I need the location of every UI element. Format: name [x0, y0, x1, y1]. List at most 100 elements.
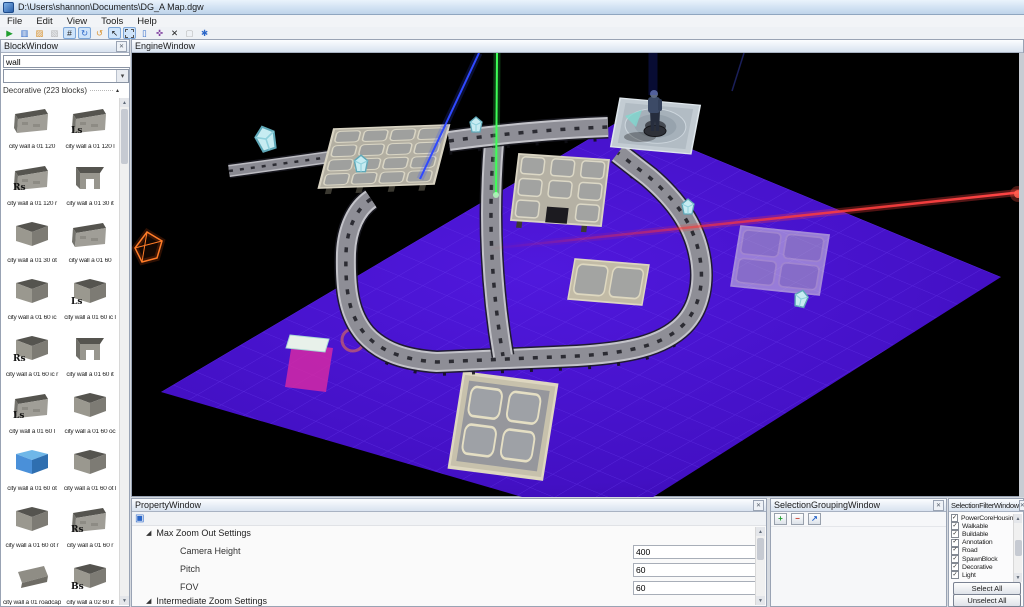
- filter-item[interactable]: ✓Walkable: [951, 522, 1013, 530]
- block-item[interactable]: Rscity wall a 01 60 r: [61, 497, 119, 554]
- statue-pedestal[interactable]: [611, 53, 700, 154]
- transform-button[interactable]: ✕: [168, 27, 181, 39]
- checkbox-checked-icon[interactable]: ✓: [951, 539, 959, 547]
- block-window-titlebar[interactable]: BlockWindow ✕: [1, 40, 129, 53]
- checkbox-checked-icon[interactable]: ✓: [951, 522, 959, 530]
- scrollbar-thumb[interactable]: [121, 109, 128, 164]
- filter-item[interactable]: ✓Road: [951, 547, 1013, 555]
- menu-view[interactable]: View: [60, 16, 94, 27]
- scrollbar-thumb[interactable]: [1015, 540, 1022, 556]
- checkbox-checked-icon[interactable]: ✓: [951, 514, 958, 522]
- block-item[interactable]: Lscity wall a 01 60 l: [3, 383, 61, 440]
- fov-input[interactable]: [633, 581, 762, 595]
- menu-edit[interactable]: Edit: [29, 16, 59, 27]
- wireframe-gem[interactable]: [135, 232, 162, 262]
- pitch-input[interactable]: [633, 563, 762, 577]
- splitter-horizontal[interactable]: [131, 497, 1024, 498]
- category-intermediate-zoom[interactable]: ◢ Intermediate Zoom Settings: [146, 596, 267, 606]
- block-item[interactable]: city wall a 01 120: [3, 98, 61, 155]
- promote-group-button[interactable]: ↗: [808, 513, 821, 525]
- block-item[interactable]: Rscity wall a 01 60 ic r: [3, 326, 61, 383]
- property-scrollbar[interactable]: ▲ ▼: [755, 527, 765, 605]
- checkbox-checked-icon[interactable]: ✓: [951, 530, 959, 538]
- settings-button[interactable]: ✱: [198, 27, 211, 39]
- close-icon[interactable]: ✕: [933, 500, 944, 511]
- platform-ghost-2x2[interactable]: [731, 226, 829, 295]
- import-button[interactable]: ▧: [48, 27, 61, 39]
- scrollbar-thumb[interactable]: [757, 538, 764, 560]
- grid-toggle-button[interactable]: #: [63, 27, 76, 39]
- block-item[interactable]: Rscity wall a 01 120 r: [3, 155, 61, 212]
- filter-item[interactable]: ✓Annotation: [951, 539, 1013, 547]
- block-item[interactable]: city wall a 01 60 oc: [61, 383, 119, 440]
- menu-file[interactable]: File: [0, 16, 29, 27]
- filter-window-titlebar[interactable]: SelectionFilterWindow ✕: [949, 499, 1023, 512]
- filter-item[interactable]: ✓Decorative: [951, 563, 1013, 571]
- filter-item[interactable]: ✓Light: [951, 571, 1013, 579]
- camera-height-input[interactable]: [633, 545, 762, 559]
- filter-item[interactable]: ✓Buildable: [951, 530, 1013, 538]
- checkbox-checked-icon[interactable]: ✓: [951, 555, 959, 563]
- pointer-tool-button[interactable]: ↖: [108, 27, 121, 39]
- block-item[interactable]: Lscity wall a 01 60 ic l: [61, 269, 119, 326]
- rotate-alt-button[interactable]: ↺: [93, 27, 106, 39]
- scroll-up-icon[interactable]: ▲: [120, 98, 129, 107]
- splitter-grouping-filter[interactable]: [947, 498, 948, 607]
- close-icon[interactable]: ✕: [1019, 500, 1024, 511]
- checkbox-checked-icon[interactable]: ✓: [951, 563, 959, 571]
- rotate-view-button[interactable]: ↻: [78, 27, 91, 39]
- block-list-scrollbar[interactable]: ▲ ▼: [119, 98, 129, 605]
- window-titlebar[interactable]: D:\Users\shannon\Documents\DG_A Map.dgw: [0, 0, 1024, 15]
- snap-button[interactable]: ▢: [183, 27, 196, 39]
- pin-button[interactable]: ✜: [153, 27, 166, 39]
- block-item[interactable]: city wall a 01 60 ot r: [3, 497, 61, 554]
- filter-item[interactable]: ✓SpawnBlock: [951, 555, 1013, 563]
- checkbox-checked-icon[interactable]: ✓: [951, 571, 959, 579]
- block-item[interactable]: city wall a 01 60 ic: [3, 269, 61, 326]
- splitter-property-grouping[interactable]: [767, 498, 770, 607]
- filter-scrollbar[interactable]: ▲ ▼: [1013, 514, 1022, 582]
- block-search-input[interactable]: [3, 55, 131, 68]
- menu-help[interactable]: Help: [130, 16, 164, 27]
- block-item[interactable]: city wall a 01 roadcap: [3, 554, 61, 605]
- road-bridge[interactable]: [229, 157, 330, 171]
- block-item[interactable]: city wall a 01 60 it: [61, 326, 119, 383]
- block-item-selected[interactable]: city wall a 01 60 ot: [3, 440, 61, 497]
- splitter-vertical[interactable]: [130, 39, 131, 607]
- marquee-select-button[interactable]: [123, 27, 136, 39]
- close-icon[interactable]: ✕: [753, 500, 764, 511]
- layers-button[interactable]: ▯: [138, 27, 151, 39]
- block-category-header[interactable]: Decorative (223 blocks) ▴: [3, 84, 119, 96]
- save-button[interactable]: ▥: [18, 27, 31, 39]
- collapse-icon[interactable]: ▴: [116, 87, 119, 94]
- grouping-window-titlebar[interactable]: SelectionGroupingWindow ✕: [771, 499, 946, 512]
- checkbox-checked-icon[interactable]: ✓: [951, 547, 959, 555]
- engine-viewport[interactable]: [132, 53, 1023, 496]
- scroll-down-icon[interactable]: ▼: [756, 596, 765, 605]
- image-icon[interactable]: ▣: [135, 513, 144, 524]
- menu-tools[interactable]: Tools: [94, 16, 130, 27]
- unselect-all-button[interactable]: Unselect All: [953, 594, 1021, 607]
- block-item[interactable]: Bscity wall a 02 60 it: [61, 554, 119, 605]
- platform-2x1[interactable]: [568, 259, 649, 305]
- engine-window-titlebar[interactable]: EngineWindow: [132, 40, 1023, 53]
- scroll-down-icon[interactable]: ▼: [1014, 573, 1022, 582]
- add-group-button[interactable]: +: [774, 513, 787, 525]
- block-item[interactable]: Lscity wall a 01 120 l: [61, 98, 119, 155]
- filter-item[interactable]: ✓PowerCoreHousing: [951, 514, 1013, 522]
- block-item[interactable]: city wall a 01 30 ot: [3, 212, 61, 269]
- floor-pad-platform[interactable]: [449, 373, 557, 479]
- block-item[interactable]: city wall a 01 60 ot l: [61, 440, 119, 497]
- property-window-titlebar[interactable]: PropertyWindow ✕: [132, 499, 766, 512]
- block-item[interactable]: city wall a 01 60: [61, 212, 119, 269]
- block-filter-dropdown[interactable]: ▾: [3, 69, 129, 83]
- open-button[interactable]: ▨: [33, 27, 46, 39]
- expander-icon[interactable]: ◢: [146, 529, 151, 537]
- category-max-zoom-out[interactable]: ◢ Max Zoom Out Settings: [146, 528, 251, 538]
- block-item[interactable]: city wall a 01 30 it: [61, 155, 119, 212]
- scroll-up-icon[interactable]: ▲: [756, 527, 765, 536]
- expander-icon[interactable]: ◢: [146, 597, 151, 605]
- scroll-up-icon[interactable]: ▲: [1014, 514, 1022, 523]
- scroll-down-icon[interactable]: ▼: [120, 596, 129, 605]
- platform-3x3[interactable]: [510, 154, 609, 233]
